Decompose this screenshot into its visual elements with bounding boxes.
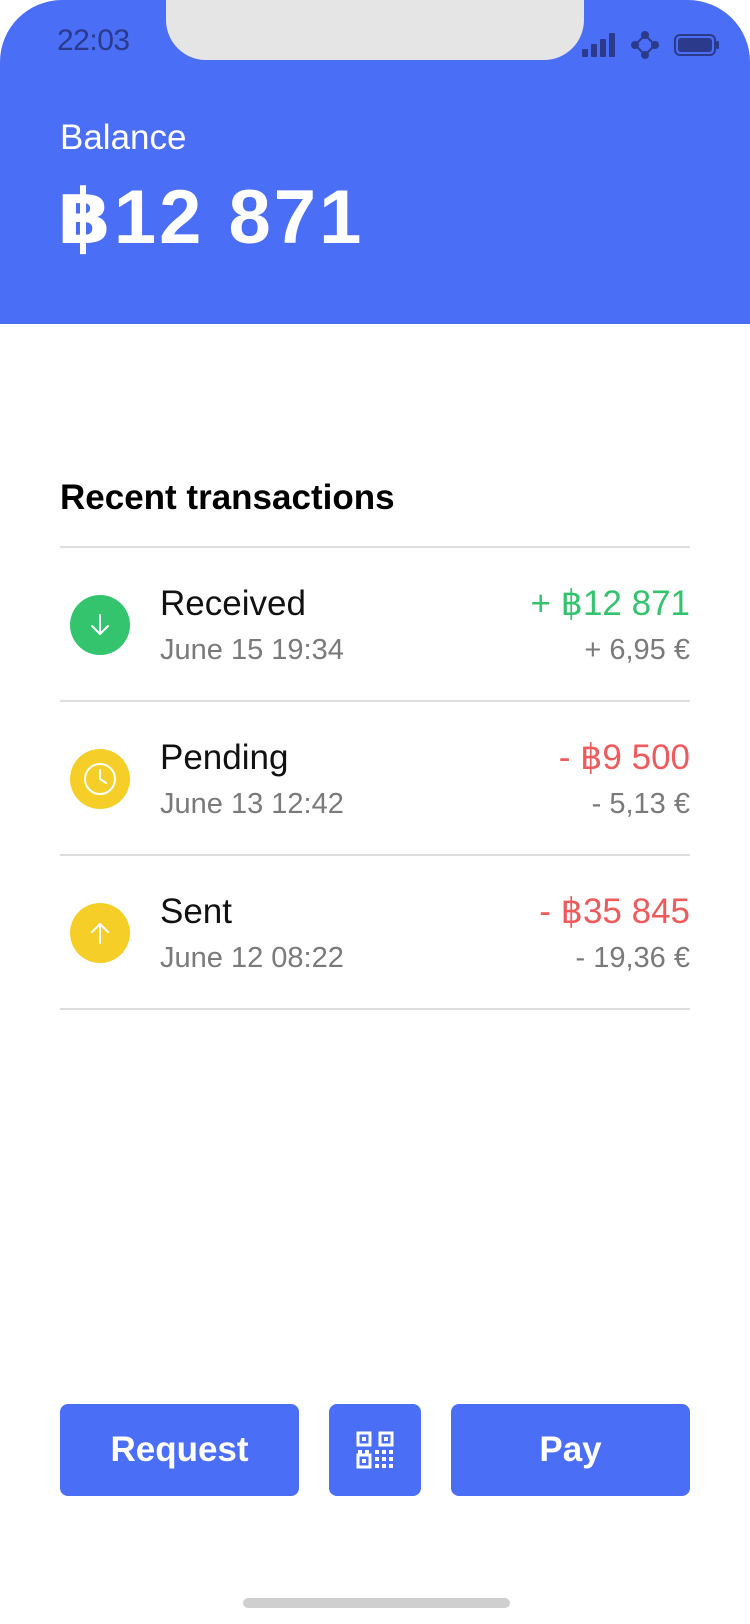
section-title: Recent transactions xyxy=(60,478,395,517)
qr-code-button[interactable] xyxy=(329,1404,421,1496)
transaction-list: Received June 15 19:34 + ฿12 871 + 6,95 … xyxy=(60,546,690,1010)
qr-code-icon xyxy=(356,1431,394,1469)
clock-icon xyxy=(84,763,116,795)
sent-badge xyxy=(70,903,130,963)
transaction-title: Pending xyxy=(160,738,289,777)
status-time: 22:03 xyxy=(57,24,130,57)
transaction-fiat: + 6,95 € xyxy=(584,634,690,666)
battery-icon xyxy=(674,34,719,56)
balance-amount: ฿12 871 xyxy=(58,175,365,260)
pending-badge xyxy=(70,749,130,809)
transaction-row[interactable]: Pending June 13 12:42 - ฿9 500 - 5,13 € xyxy=(60,702,690,854)
transaction-fiat: - 19,36 € xyxy=(575,942,690,974)
transaction-date: June 13 12:42 xyxy=(160,788,344,820)
transaction-row[interactable]: Sent June 12 08:22 - ฿35 845 - 19,36 € xyxy=(60,856,690,1008)
status-icons xyxy=(582,30,720,60)
divider xyxy=(60,1008,690,1010)
transaction-title: Sent xyxy=(160,892,232,931)
transaction-amount: + ฿12 871 xyxy=(530,584,690,623)
request-button[interactable]: Request xyxy=(60,1404,299,1496)
home-indicator[interactable] xyxy=(243,1598,510,1608)
transaction-amount: - ฿35 845 xyxy=(539,892,690,931)
transaction-date: June 12 08:22 xyxy=(160,942,344,974)
device-notch xyxy=(166,0,584,60)
transaction-amount: - ฿9 500 xyxy=(558,738,690,777)
transaction-date: June 15 19:34 xyxy=(160,634,344,666)
signal-icon xyxy=(582,33,615,57)
balance-label: Balance xyxy=(60,118,187,157)
transaction-title: Received xyxy=(160,584,306,623)
arrow-down-icon xyxy=(91,614,109,635)
received-badge xyxy=(70,595,130,655)
transaction-row[interactable]: Received June 15 19:34 + ฿12 871 + 6,95 … xyxy=(60,548,690,700)
screen: 22:03 Balance ฿12 871 Recent transaction… xyxy=(0,0,750,1624)
pay-button[interactable]: Pay xyxy=(451,1404,690,1496)
balance-header: 22:03 Balance ฿12 871 xyxy=(0,0,750,324)
transaction-fiat: - 5,13 € xyxy=(591,788,690,820)
network-icon xyxy=(631,31,659,59)
arrow-up-icon xyxy=(91,923,109,944)
